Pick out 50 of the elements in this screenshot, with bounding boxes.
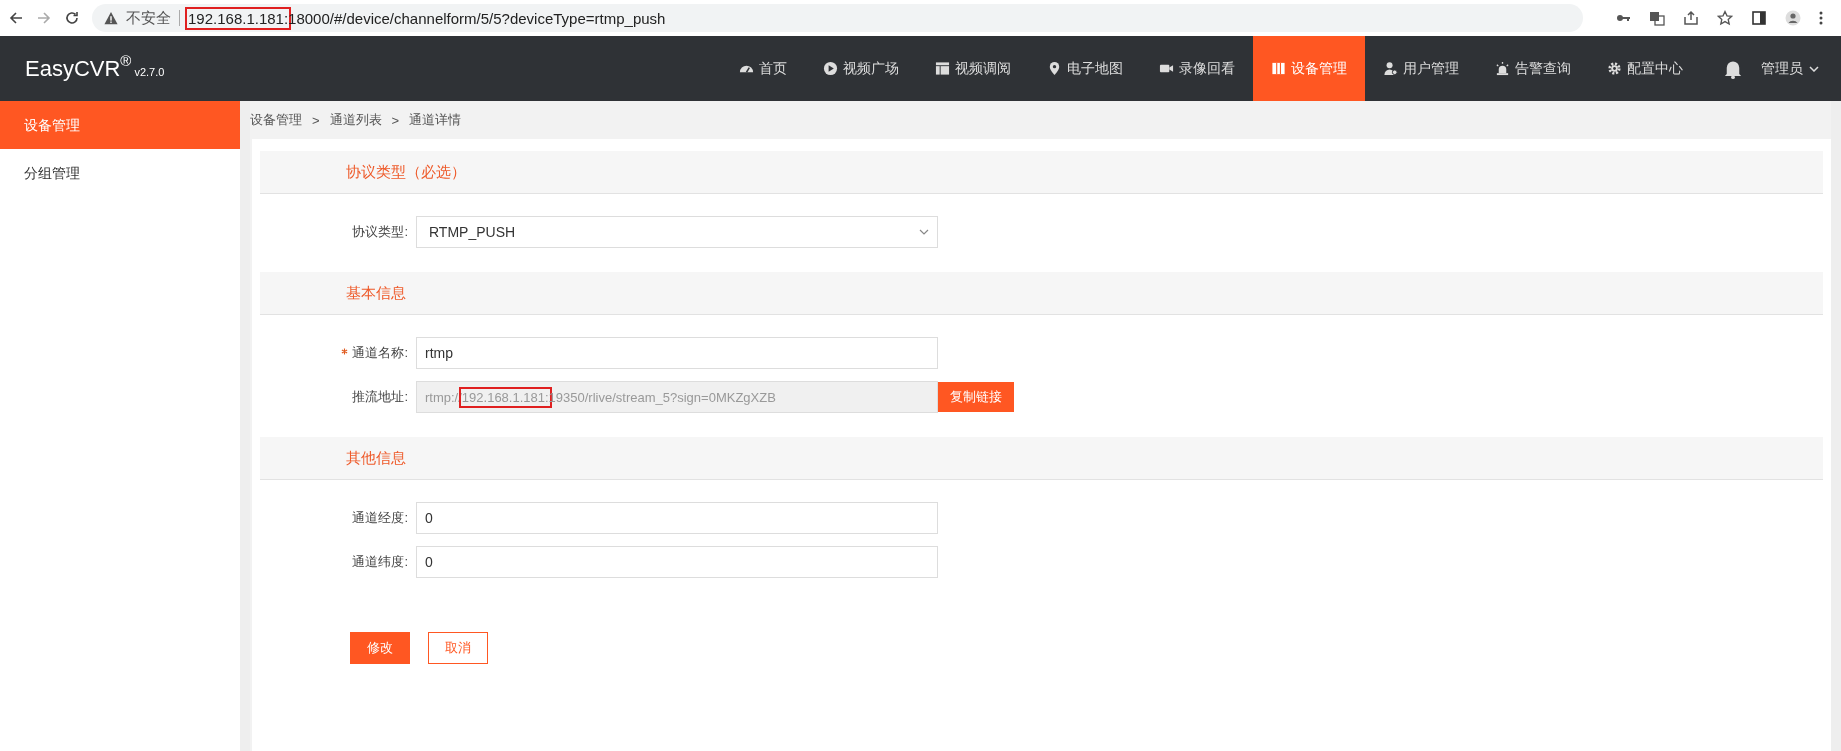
user-icon — [1383, 61, 1398, 76]
sidebar-item[interactable]: 分组管理 — [0, 149, 240, 197]
nav-tab[interactable]: 用户管理 — [1365, 36, 1477, 101]
input-field[interactable]: rtmp — [416, 337, 938, 369]
gear-icon — [1607, 61, 1622, 76]
share-icon[interactable] — [1683, 10, 1699, 26]
breadcrumb-item[interactable]: 设备管理 — [250, 111, 302, 129]
chevron-down-icon — [1809, 65, 1819, 72]
section-title: 基本信息 — [346, 283, 406, 303]
play-icon — [823, 61, 838, 76]
nav-tab[interactable]: 配置中心 — [1589, 36, 1701, 101]
breadcrumb-item: 通道详情 — [409, 111, 462, 129]
security-label: 不安全 — [126, 8, 171, 28]
sidebar-icon[interactable] — [1751, 10, 1767, 26]
profile-icon[interactable] — [1785, 10, 1801, 26]
warning-icon — [104, 11, 118, 25]
map-pin-icon — [1047, 61, 1062, 76]
field-label: 通道名称: — [352, 345, 408, 360]
layout-icon — [935, 61, 950, 76]
scrollbar[interactable] — [1831, 101, 1841, 751]
more-icon[interactable] — [1819, 10, 1823, 26]
field-label: 通道经度: — [352, 510, 408, 525]
translate-icon[interactable] — [1649, 10, 1665, 26]
star-icon[interactable] — [1717, 10, 1733, 26]
field-label: 通道纬度: — [352, 554, 408, 569]
required-asterisk-icon — [341, 348, 349, 355]
user-menu[interactable]: 管理员 — [1761, 36, 1841, 101]
protocol-select[interactable]: RTMP_PUSH — [416, 216, 938, 248]
nav-tab[interactable]: 电子地图 — [1029, 36, 1141, 101]
section-title: 协议类型（必选） — [346, 162, 466, 182]
back-icon[interactable] — [8, 10, 24, 26]
section-title: 其他信息 — [346, 448, 406, 468]
field-label: 协议类型: — [352, 224, 408, 239]
breadcrumb-separator: > — [391, 112, 400, 128]
nav-tab[interactable]: 录像回看 — [1141, 36, 1253, 101]
app-logo: EasyCVR$^{®}$ v2.7.0 — [24, 55, 165, 82]
reload-icon[interactable] — [64, 10, 80, 26]
nav-tab[interactable]: 告警查询 — [1477, 36, 1589, 101]
input-field[interactable]: 0 — [416, 502, 938, 534]
nav-tab[interactable]: 视频广场 — [805, 36, 917, 101]
highlighted-url-text: 192.168.1.181: — [188, 9, 289, 27]
breadcrumb-item[interactable]: 通道列表 — [329, 111, 382, 129]
field-label: 推流地址: — [352, 389, 408, 404]
breadcrumb-separator: > — [312, 112, 320, 128]
chevron-down-icon — [919, 229, 929, 235]
siren-icon — [1495, 61, 1510, 76]
nav-tab[interactable]: 视频调阅 — [917, 36, 1029, 101]
book-icon — [1271, 61, 1286, 76]
input-field[interactable]: 0 — [416, 546, 938, 578]
nav-tab[interactable]: 首页 — [721, 36, 805, 101]
